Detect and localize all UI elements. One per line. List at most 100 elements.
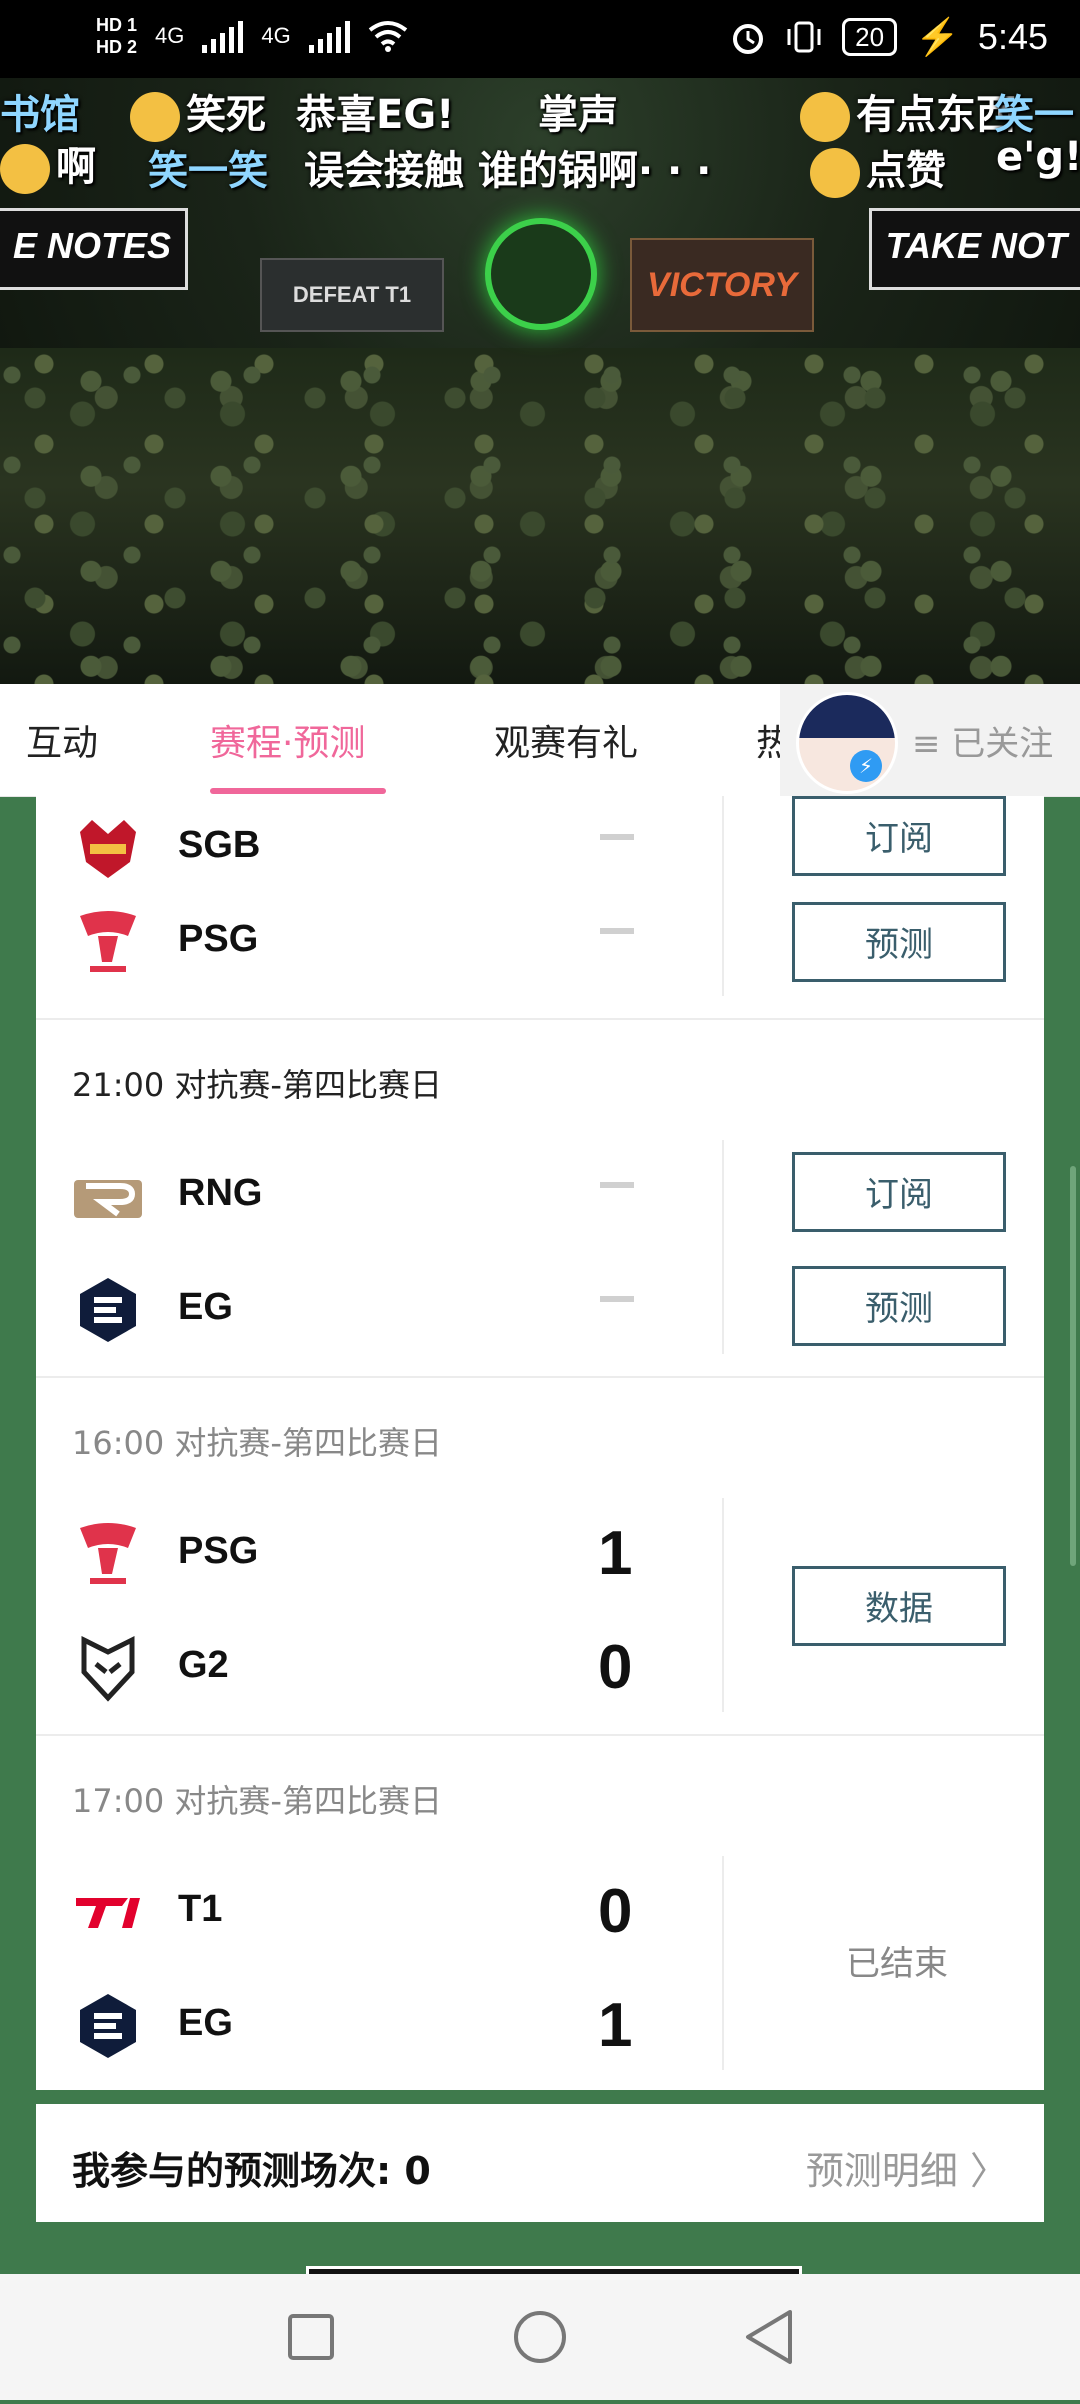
danmaku-comment: 笑死 <box>130 82 266 142</box>
clock: 5:45 <box>977 16 1048 57</box>
match-card: 16:00 对抗赛-第四比赛日 PSG 1 G2 0 数据 <box>36 1378 1044 1736</box>
vertical-divider <box>722 1498 724 1712</box>
vertical-divider <box>722 1140 724 1354</box>
stage: DEFEAT T1 VICTORY <box>230 198 850 348</box>
team-name: EG <box>178 2002 233 2044</box>
team-row: T1 0 <box>72 1870 732 1950</box>
match-card: 17:00 对抗赛-第四比赛日 T1 0 EG 1 已结束 <box>36 1736 1044 2090</box>
psg-logo-icon <box>80 911 136 972</box>
like-emoji-icon <box>810 148 860 198</box>
signal-icon-2 <box>308 19 350 53</box>
danmaku-comment: 书馆 <box>0 92 80 138</box>
charging-icon: ⚡ <box>915 16 960 57</box>
match-card: SGB PSG 订阅 预测 <box>36 796 1044 1020</box>
team-name: PSG <box>178 918 259 960</box>
danmaku-comment: 笑一 <box>994 92 1074 138</box>
side-sign-left: E NOTES <box>0 208 189 290</box>
msi-logo-icon <box>485 218 597 330</box>
back-button[interactable] <box>710 2274 830 2400</box>
match-time-header: 17:00 对抗赛-第四比赛日 <box>72 1782 442 1820</box>
predict-button[interactable]: 预测 <box>792 1266 1006 1346</box>
schedule-list[interactable]: SGB PSG 订阅 预测 21:00 对抗赛-第四比赛日 RNG EG 订阅 … <box>36 796 1044 2090</box>
prediction-count-label: 我参与的预测场次: 0 <box>72 2149 431 2193</box>
team-score: 1 <box>598 1519 633 1588</box>
vertical-divider <box>722 796 724 996</box>
team-row: EG <box>72 1268 732 1348</box>
tab-interaction[interactable]: 互动 <box>26 714 98 766</box>
danmaku-comment: 误会接触 谁的锅啊· · · <box>304 148 712 194</box>
alarm-icon <box>733 24 764 54</box>
match-time-header: 21:00 对抗赛-第四比赛日 <box>72 1066 442 1104</box>
victory-screen: VICTORY <box>630 238 814 332</box>
active-tab-indicator <box>210 788 386 794</box>
live-video-player[interactable]: DEFEAT T1 VICTORY E NOTES TAKE NOT 书馆 笑死… <box>0 78 1080 684</box>
danmaku-comment: 啊 <box>0 134 96 194</box>
defeat-screen: DEFEAT T1 <box>260 258 444 332</box>
home-button[interactable] <box>480 2274 600 2400</box>
danmaku-comment: 恭喜EG! <box>296 92 455 138</box>
recent-apps-button[interactable] <box>250 2274 370 2400</box>
triangle-back-icon <box>746 2310 792 2364</box>
prediction-summary-bar[interactable]: 我参与的预测场次: 0 预测明细 〉 <box>36 2104 1044 2222</box>
signal-icon <box>202 19 244 53</box>
score-placeholder <box>600 1182 634 1188</box>
team-score: 0 <box>598 1877 633 1946</box>
streamer-avatar[interactable] <box>796 692 898 794</box>
hd1-label: HD 1 <box>96 15 138 35</box>
status-bar: HD 1 HD 2 4G 4G 20 ⚡ 5:45 <box>0 0 1080 78</box>
danmaku-comment: 掌声 <box>538 92 618 138</box>
eg-logo-icon <box>80 1994 136 2058</box>
team-name: RNG <box>178 1172 263 1214</box>
follow-panel[interactable]: ⚡ ≡ 已关注 <box>780 684 1080 796</box>
team-name: G2 <box>178 1644 229 1686</box>
vertical-divider <box>722 1856 724 2070</box>
team-name: SGB <box>178 824 261 866</box>
match-ended-label: 已结束 <box>846 1944 948 1984</box>
team-row: RNG <box>72 1154 732 1234</box>
stats-button[interactable]: 数据 <box>792 1566 1006 1646</box>
laugh-emoji-icon <box>130 92 180 142</box>
score-placeholder <box>600 928 634 934</box>
score-placeholder <box>600 1296 634 1302</box>
team-row: SGB <box>72 806 732 886</box>
team-name: EG <box>178 1286 233 1328</box>
vibrate-icon <box>787 21 821 53</box>
danmaku-comment: 点赞 <box>810 138 946 198</box>
circle-icon <box>514 2311 566 2363</box>
crowd-scene <box>0 348 1080 684</box>
scroll-indicator <box>1070 1166 1076 1566</box>
subscribe-button[interactable]: 订阅 <box>792 1152 1006 1232</box>
tab-viewing-gifts[interactable]: 观赛有礼 <box>494 714 638 766</box>
wifi-icon <box>368 21 407 52</box>
prediction-detail-link[interactable]: 预测明细 〉 <box>806 2140 1008 2195</box>
side-sign-right: TAKE NOT <box>868 208 1080 290</box>
team-row: G2 0 <box>72 1626 732 1706</box>
rng-logo-icon <box>74 1180 142 1218</box>
eg-logo-icon <box>80 1278 136 1342</box>
psg-logo-icon <box>80 1523 136 1584</box>
g2-logo-icon <box>81 1635 135 1702</box>
danmaku-comment: e'g!!! <box>996 134 1080 180</box>
t1-logo-icon <box>76 1898 140 1928</box>
team-name: PSG <box>178 1530 259 1572</box>
team-row: PSG 1 <box>72 1512 732 1592</box>
hd2-label: HD 2 <box>96 37 138 57</box>
predict-button[interactable]: 预测 <box>792 902 1006 982</box>
danmaku-comment: 笑一笑 <box>148 148 268 194</box>
match-card: 21:00 对抗赛-第四比赛日 RNG EG 订阅 预测 <box>36 1020 1044 1378</box>
team-score: 0 <box>598 1633 633 1702</box>
battery-indicator: 20 <box>842 18 898 56</box>
sgb-logo-icon <box>80 820 136 878</box>
followed-label[interactable]: ≡ 已关注 <box>912 716 1053 765</box>
tab-schedule-prediction[interactable]: 赛程·预测 <box>210 714 365 766</box>
team-row: PSG <box>72 900 732 980</box>
score-placeholder <box>600 834 634 840</box>
system-nav-bar <box>0 2274 1080 2400</box>
cat-emoji-icon <box>0 144 50 194</box>
subscribe-button[interactable]: 订阅 <box>792 796 1006 876</box>
team-score: 1 <box>598 1991 633 2060</box>
square-icon <box>288 2314 334 2360</box>
net2-label: 4G <box>261 23 291 48</box>
tab-bar: 互动 赛程·预测 观赛有礼 热 ⚡ ≡ 已关注 <box>0 684 1080 797</box>
net1-label: 4G <box>155 23 185 48</box>
